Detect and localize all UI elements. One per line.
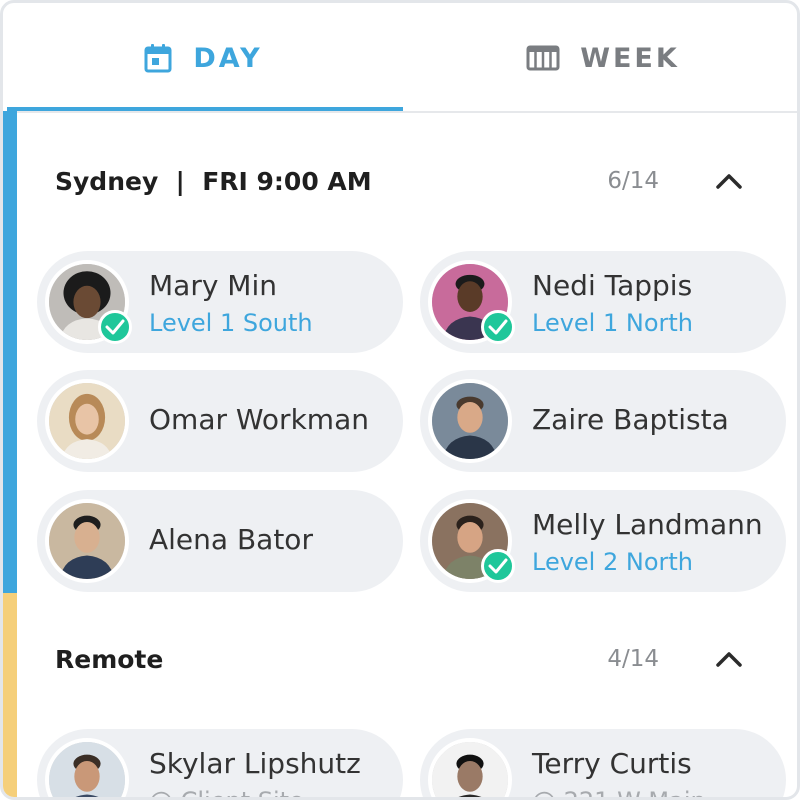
person-name: Terry Curtis bbox=[532, 747, 692, 780]
person-card[interactable]: Melly Landmann Level 2 North bbox=[420, 490, 786, 592]
tab-day[interactable]: DAY bbox=[3, 3, 403, 113]
person-card[interactable]: Terry Curtis @ 221 W Main bbox=[420, 729, 786, 797]
app-frame: DAY WEEK Sydney | FRI 9:00 AM 6/14 Mary … bbox=[0, 0, 800, 800]
section-header-sydney: Sydney | FRI 9:00 AM 6/14 bbox=[55, 161, 757, 201]
tab-day-label: DAY bbox=[193, 42, 263, 74]
person-card[interactable]: Skylar Lipshutz @ Client Site bbox=[37, 729, 403, 797]
person-location: Level 1 South bbox=[149, 309, 313, 337]
tab-week-label: WEEK bbox=[580, 42, 680, 74]
remote-accent-bar bbox=[3, 593, 17, 797]
section-header-remote: Remote 4/14 bbox=[55, 639, 757, 679]
active-tab-indicator bbox=[7, 107, 403, 111]
person-card[interactable]: Alena Bator bbox=[37, 490, 403, 592]
tab-week[interactable]: WEEK bbox=[403, 3, 797, 113]
sydney-accent-bar bbox=[3, 111, 17, 593]
person-card[interactable]: Zaire Baptista bbox=[420, 370, 786, 472]
person-name: Melly Landmann bbox=[532, 508, 763, 541]
person-name: Nedi Tappis bbox=[532, 269, 693, 302]
person-name: Mary Min bbox=[149, 269, 277, 302]
section-count: 4/14 bbox=[607, 646, 659, 672]
person-name: Omar Workman bbox=[149, 403, 369, 436]
section-count: 6/14 bbox=[607, 168, 659, 194]
chevron-up-icon[interactable] bbox=[711, 165, 747, 197]
check-icon bbox=[481, 549, 515, 583]
avatar bbox=[45, 379, 129, 463]
chevron-up-icon[interactable] bbox=[711, 643, 747, 675]
person-location: @ Client Site bbox=[149, 787, 304, 797]
person-location: Level 1 North bbox=[532, 309, 694, 337]
person-name: Skylar Lipshutz bbox=[149, 747, 361, 780]
section-title: Sydney | FRI 9:00 AM bbox=[55, 166, 372, 196]
view-tabs: DAY WEEK bbox=[3, 3, 797, 113]
check-icon bbox=[98, 310, 132, 344]
person-card[interactable]: Nedi Tappis Level 1 North bbox=[420, 251, 786, 353]
week-columns-icon bbox=[526, 44, 560, 72]
person-card[interactable]: Omar Workman bbox=[37, 370, 403, 472]
person-name: Alena Bator bbox=[149, 523, 313, 556]
person-location: Level 2 North bbox=[532, 548, 694, 576]
person-card[interactable]: Mary Min Level 1 South bbox=[37, 251, 403, 353]
avatar bbox=[428, 738, 512, 797]
calendar-icon bbox=[143, 42, 173, 74]
section-title: Remote bbox=[55, 644, 164, 674]
avatar bbox=[45, 738, 129, 797]
check-icon bbox=[481, 310, 515, 344]
person-location: @ 221 W Main bbox=[532, 787, 706, 797]
avatar bbox=[45, 499, 129, 583]
person-name: Zaire Baptista bbox=[532, 403, 729, 436]
avatar bbox=[428, 379, 512, 463]
